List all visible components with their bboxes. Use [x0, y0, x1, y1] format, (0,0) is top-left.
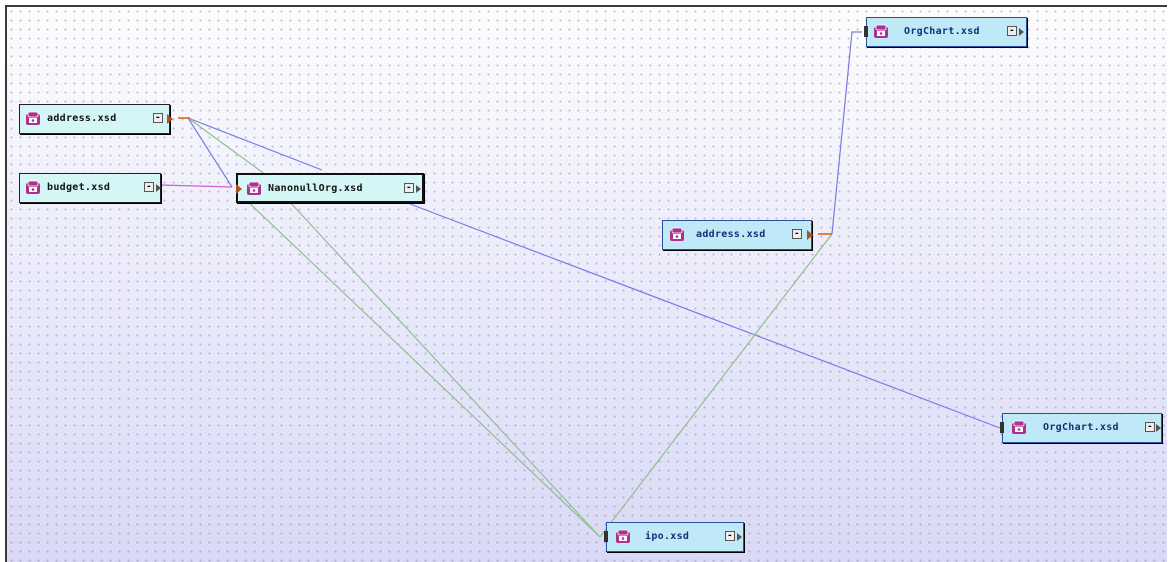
database-schema-icon [874, 24, 888, 38]
incoming-connector-icon [864, 26, 868, 37]
node-address-xsd-right[interactable]: address.xsd - [662, 220, 813, 250]
node-label: OrgChart.xsd [904, 26, 980, 37]
node-label: address.xsd [696, 229, 766, 240]
node-ipo-xsd[interactable]: ipo.xsd - [604, 522, 744, 552]
node-orgchart-xsd-bottom[interactable]: OrgChart.xsd - [1000, 413, 1162, 443]
incoming-connector-icon [1000, 422, 1004, 433]
expand-button[interactable]: - [1145, 422, 1155, 432]
node-address-xsd[interactable]: address.xsd - [19, 104, 173, 134]
node-nanonullorg-xsd[interactable]: NanonullOrg.xsd - [236, 173, 424, 203]
outgoing-link-arrow[interactable] [167, 114, 173, 124]
database-schema-icon [670, 227, 684, 241]
collapse-arrow-icon[interactable] [737, 533, 742, 541]
node-orgchart-xsd-top[interactable]: OrgChart.xsd - [864, 17, 1027, 47]
expand-button[interactable]: - [725, 531, 735, 541]
expand-button[interactable]: - [792, 229, 802, 239]
expand-button[interactable]: - [144, 182, 154, 192]
collapse-arrow-icon[interactable] [416, 185, 421, 193]
node-label: address.xsd [47, 113, 117, 124]
database-schema-icon [247, 181, 261, 195]
database-schema-icon [616, 529, 630, 543]
diagram-canvas[interactable] [5, 5, 1167, 562]
incoming-connector-icon [604, 531, 608, 542]
incoming-link-arrow [236, 184, 242, 194]
database-schema-icon [26, 111, 40, 125]
node-label: OrgChart.xsd [1043, 422, 1119, 433]
node-label: ipo.xsd [645, 531, 690, 542]
collapse-arrow-icon[interactable] [1156, 424, 1161, 432]
expand-button[interactable]: - [1007, 26, 1017, 36]
node-label: NanonullOrg.xsd [268, 183, 363, 194]
node-budget-xsd[interactable]: budget.xsd - [19, 173, 161, 203]
expand-button[interactable]: - [153, 113, 163, 123]
outgoing-link-arrow[interactable] [807, 230, 813, 240]
node-label: budget.xsd [47, 182, 111, 193]
collapse-arrow-icon[interactable] [1019, 28, 1024, 36]
database-schema-icon [26, 180, 40, 194]
database-schema-icon [1012, 420, 1026, 434]
collapse-arrow-icon[interactable] [156, 184, 161, 192]
expand-button[interactable]: - [404, 183, 414, 193]
